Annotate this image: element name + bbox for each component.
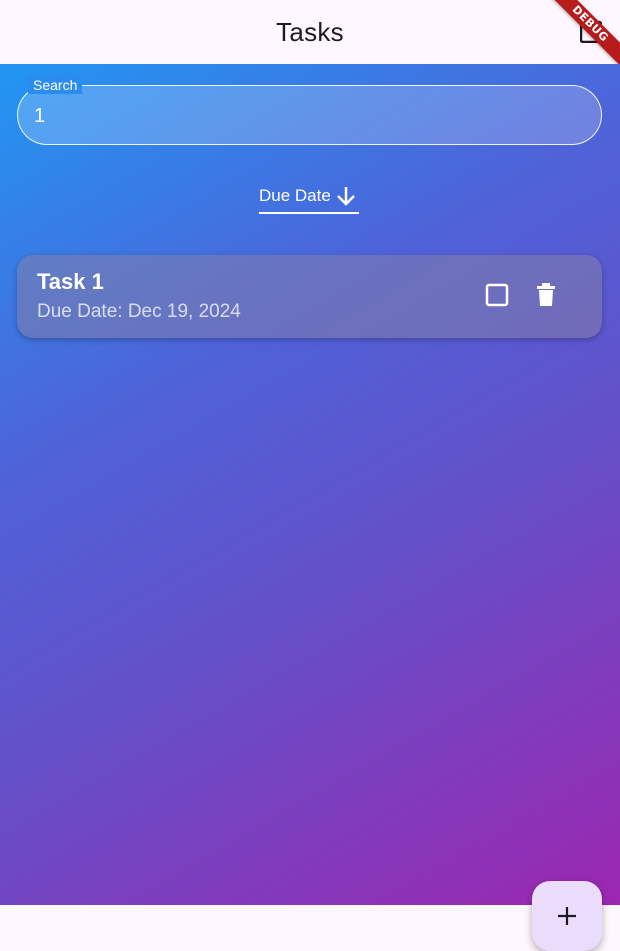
search-label: Search	[28, 76, 83, 94]
trash-icon	[537, 283, 555, 306]
task-card[interactable]: Task 1 Due Date: Dec 19, 2024	[17, 255, 602, 338]
sort-label: Due Date	[259, 186, 331, 205]
plus-icon	[558, 907, 576, 925]
arrow-down-icon	[335, 185, 357, 207]
calendar-icon	[580, 19, 602, 43]
calendar-button[interactable]	[578, 18, 604, 44]
task-delete-button[interactable]	[532, 281, 560, 309]
page-title: Tasks	[276, 16, 344, 47]
task-list-area: Search Due Date Task 1 Due Date: Dec 19,…	[0, 64, 620, 951]
checkbox-outline-icon	[485, 283, 509, 307]
add-task-button[interactable]	[532, 881, 602, 951]
task-due-date: Due Date: Dec 19, 2024	[37, 301, 241, 322]
task-title: Task 1	[37, 269, 104, 294]
task-complete-checkbox[interactable]	[483, 281, 511, 309]
search-input[interactable]	[32, 98, 576, 134]
sort-by-due-date-button[interactable]: Due Date	[259, 180, 359, 214]
search-field[interactable]: Search	[17, 76, 602, 145]
app-bar: Tasks DEBUG	[0, 0, 620, 73]
